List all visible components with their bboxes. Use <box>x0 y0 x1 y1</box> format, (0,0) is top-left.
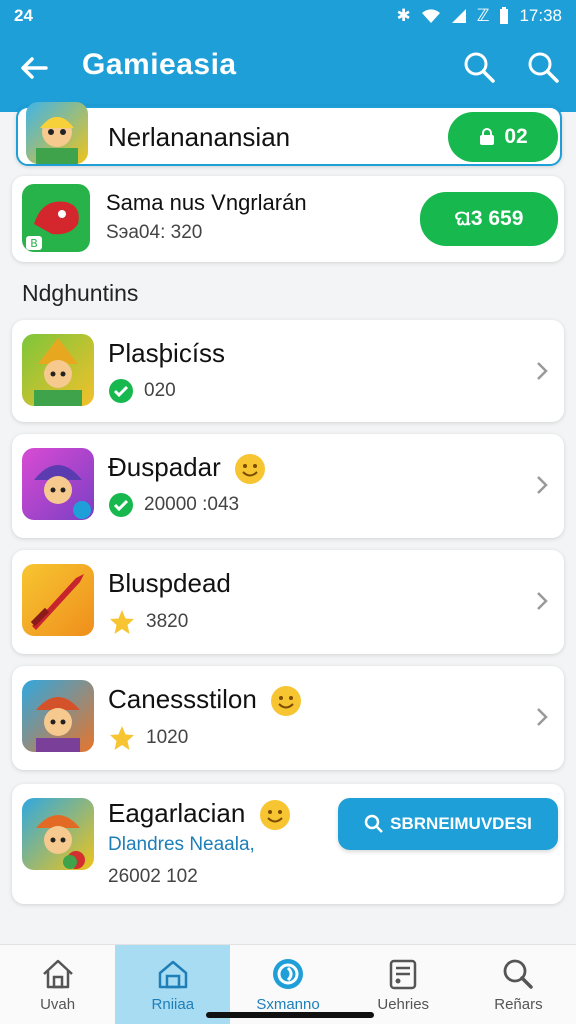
back-arrow-icon[interactable] <box>18 52 50 84</box>
list-item[interactable]: Plasþicíss 020 <box>12 320 564 422</box>
battery-icon <box>500 7 509 24</box>
nav-library-label: Rniiaa <box>151 996 195 1013</box>
top-game-button-label: 02 <box>504 125 528 148</box>
game-sub: 020 <box>108 378 176 404</box>
library-icon <box>158 960 188 989</box>
chevron-right-icon <box>537 708 548 726</box>
status-bar: 24 ✱ ℤ 17:38 <box>0 0 576 32</box>
status-time: 17:38 <box>519 6 562 25</box>
chevron-right-icon <box>537 592 548 610</box>
game-sub-text: 20000 :043 <box>144 494 240 515</box>
wizard-character-icon <box>34 338 82 406</box>
status-left-text: 24 <box>14 6 33 25</box>
nav-search[interactable]: Reñars <box>461 945 576 1024</box>
game-sub: 3820 <box>108 608 188 636</box>
chevron-right-icon <box>537 476 548 494</box>
list-item[interactable]: Eagarlacian Dlandres Neaala, 26002 102 S… <box>12 784 564 904</box>
page-title: Gamieasia <box>82 48 237 81</box>
game-name: Bluspdead <box>108 568 231 598</box>
svg-text:B: B <box>30 237 38 250</box>
featured-game-name: Sama nus Vngrlarán <box>106 190 307 215</box>
home-icon <box>42 959 73 989</box>
game-thumbnail <box>22 680 94 752</box>
featured-game-sub: Sэа04: 320 <box>106 222 203 243</box>
game-name: Ɖuspadar <box>108 452 266 485</box>
game-thumbnail <box>22 798 94 870</box>
check-icon <box>109 379 133 403</box>
nav-home-label: Uvah <box>40 996 76 1013</box>
featured-game-button[interactable]: ଘ3 659 <box>420 192 558 246</box>
game-name: Plasþicíss <box>108 338 226 368</box>
game-action-button[interactable]: SBRNEIMUVDESI <box>338 798 558 850</box>
top-game-card[interactable]: Nerlananansian 02 <box>16 102 562 166</box>
star-icon <box>110 610 134 634</box>
game-thumbnail <box>26 102 88 164</box>
game-sub-text: 3820 <box>146 611 189 632</box>
game-name: Eagarlacian <box>108 798 291 831</box>
signal-icon <box>451 9 466 23</box>
nav-search-label: Reñars <box>494 996 543 1013</box>
game-thumbnail <box>22 448 94 520</box>
mage-character-icon <box>34 465 91 519</box>
smiley-emoji-icon <box>234 454 265 485</box>
nav-discover-label: Sxmanno <box>256 996 320 1013</box>
adventurer-character-icon <box>36 815 85 869</box>
featured-game-card[interactable]: B Sama nus Vngrlarán Sэа04: 320 ଘ3 659 <box>12 176 564 262</box>
top-game-name: Nerlananansian <box>108 122 291 152</box>
list-icon <box>389 959 417 990</box>
dragon-icon: B <box>26 201 79 250</box>
star-icon <box>110 726 134 750</box>
lock-icon <box>480 128 495 145</box>
list-item[interactable]: Canessstilon 1020 <box>12 666 564 770</box>
section-title: Ndghuntins <box>22 280 139 306</box>
character-icon <box>36 117 78 164</box>
game-sub: 1020 <box>108 724 188 752</box>
home-indicator[interactable] <box>206 1012 374 1018</box>
game-sub: 20000 :043 <box>108 492 239 518</box>
list-item[interactable]: Ɖuspadar 20000 :043 <box>12 434 564 538</box>
search-icon-secondary[interactable] <box>526 50 560 84</box>
game-link[interactable]: Dlandres Neaala, <box>108 834 255 856</box>
search-icon <box>364 814 384 833</box>
game-thumbnail <box>22 564 94 636</box>
list-item[interactable]: Bluspdead 3820 <box>12 550 564 654</box>
chevron-right-icon <box>537 362 548 380</box>
smiley-emoji-icon <box>259 800 290 831</box>
hero-character-icon <box>36 697 80 752</box>
bluetooth-icon: ✱ <box>396 6 411 25</box>
nav-home[interactable]: Uvah <box>0 945 115 1024</box>
wifi-icon <box>421 9 440 23</box>
search-icon <box>504 959 534 989</box>
game-sub-text: 26002 102 <box>108 866 198 887</box>
app-bar: Gamieasia <box>0 32 576 112</box>
game-sub-text: 020 <box>144 380 176 401</box>
game-thumbnail <box>22 334 94 406</box>
search-icon[interactable] <box>462 50 496 84</box>
featured-game-thumbnail: B <box>22 184 90 252</box>
data-icon: ℤ <box>476 6 490 25</box>
smiley-emoji-icon <box>271 686 302 717</box>
game-name: Canessstilon <box>108 684 302 717</box>
top-game-button[interactable]: 02 <box>448 112 558 162</box>
game-action-label: SBRNEIMUVDESI <box>390 814 532 833</box>
sword-icon <box>30 574 84 630</box>
compass-icon <box>273 959 303 989</box>
nav-queries-label: Uehries <box>377 996 430 1013</box>
check-icon <box>109 493 133 517</box>
game-sub-text: 1020 <box>146 727 189 748</box>
